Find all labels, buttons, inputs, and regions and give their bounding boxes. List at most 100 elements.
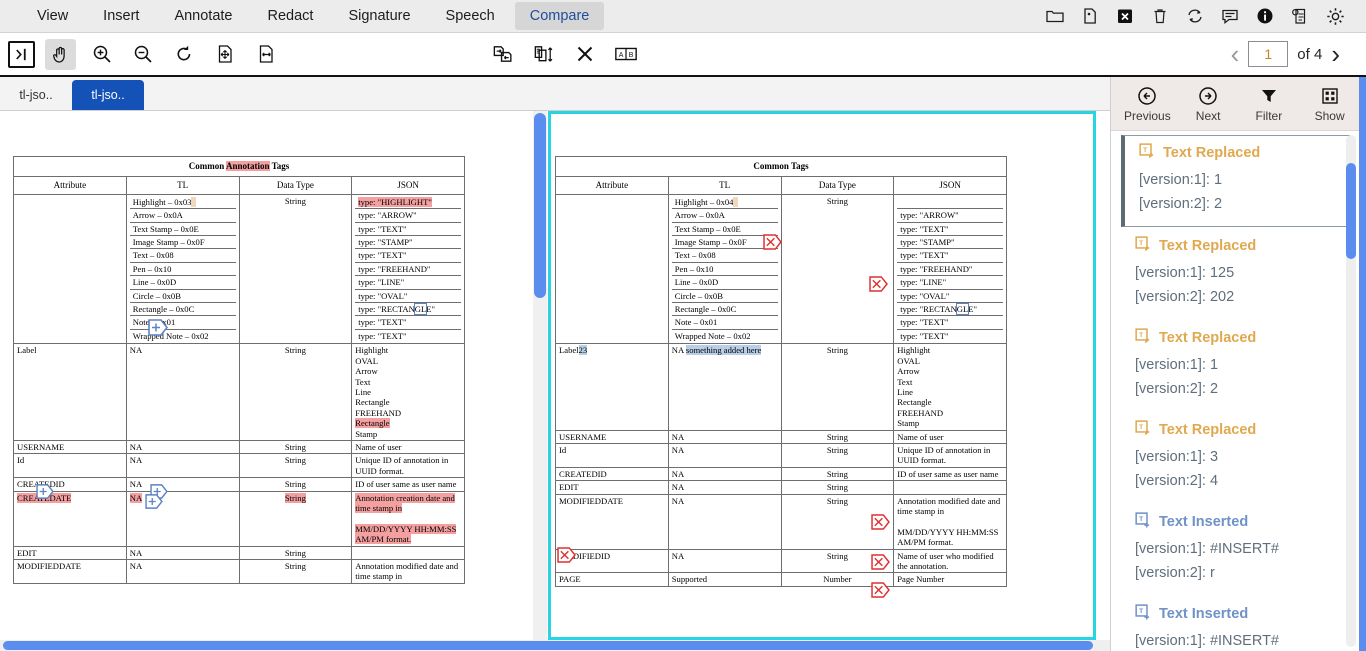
menu-item-insert[interactable]: Insert (88, 2, 154, 30)
filter-button[interactable]: Filter (1241, 85, 1297, 123)
data-type-cell: String (238, 193, 353, 345)
delete-trash-icon[interactable] (1149, 5, 1171, 27)
delete-marker-icon[interactable] (763, 234, 782, 250)
right-document-pane[interactable]: Common Tags Attribute TL Data Type JSON High… (548, 111, 1100, 640)
zoom-out-icon[interactable] (127, 39, 158, 70)
menu-item-speech[interactable]: Speech (431, 2, 510, 30)
table-row: Highlight – 0x03 (129, 195, 236, 210)
delete-marker-icon[interactable] (871, 514, 890, 530)
comment-icon[interactable] (1219, 5, 1241, 27)
insert-marker-icon[interactable] (145, 494, 163, 509)
attribute-cell: CREATEDID (13, 477, 127, 492)
json-cell: type: "TEXT" (897, 222, 1003, 237)
text-replaced-icon: T (1135, 236, 1152, 256)
attribute-cell: Id (555, 442, 669, 468)
insert-marker-icon[interactable] (36, 484, 54, 499)
table-row: MODIFIEDDATE NA String Annotation modified … (555, 493, 1007, 550)
table-row: Arrow – 0x0A (671, 208, 778, 223)
zoom-in-icon[interactable] (86, 39, 117, 70)
json-cell (351, 545, 465, 561)
toggle-sidebar-icon[interactable] (8, 40, 35, 68)
json-cell: Unique ID of annotation in UUID format. (893, 442, 1007, 468)
refresh-sync-icon[interactable] (1184, 5, 1206, 27)
document-tab-2[interactable]: tl-jso.. (72, 80, 144, 110)
document-vertical-scrollbar[interactable] (533, 111, 547, 640)
json-cell: Name of user (351, 439, 465, 455)
compare-results-sidebar: Previous Next Filter Show T Text Replaced… (1110, 77, 1366, 651)
change-item[interactable]: T Text Replaced [version:1]: 125 [version:2… (1121, 229, 1351, 319)
table-row: Id NA String Unique ID of annotation in UUI… (13, 453, 465, 479)
tl-cell: NA (125, 343, 240, 441)
sidebar-scrollbar[interactable] (1346, 135, 1356, 647)
page-number-input[interactable] (1248, 41, 1289, 67)
menu-item-view[interactable]: View (22, 2, 83, 30)
tl-group-cell: Highlight – 0x04 Arrow – 0x0A Text Stamp … (667, 193, 782, 345)
change-type-title: T Text Replaced (1139, 143, 1341, 163)
table-row: Wrapped Note – 0x02 (672, 329, 778, 342)
change-item[interactable]: T Text Replaced [version:1]: 1 [version:2]:… (1121, 321, 1351, 411)
change-item[interactable]: TText Inserted[version:1]: #INSERT#[vers… (1121, 505, 1351, 595)
document-horizontal-scrollbar[interactable] (0, 640, 1110, 651)
json-cell: Annotation modified date and time stamp … (893, 493, 1007, 550)
tl-cell: Arrow – 0x0A (671, 208, 778, 223)
menu-item-annotate[interactable]: Annotate (159, 2, 247, 30)
swap-documents-icon[interactable] (487, 39, 518, 70)
change-kind-label: Text Inserted (1159, 606, 1249, 622)
previous-page-button[interactable]: ‹ (1231, 41, 1240, 67)
left-document-pane[interactable]: Common Annotation Tags Attribute TL Data Ty… (0, 111, 520, 640)
previous-change-button[interactable]: Previous (1119, 85, 1175, 123)
next-change-button[interactable]: Next (1180, 85, 1236, 123)
table-row: type: "TEXT" (897, 222, 1003, 237)
tl-cell: Line – 0x0D (129, 275, 236, 290)
document-title: Common Annotation Tags (13, 155, 465, 178)
pan-hand-icon[interactable] (45, 38, 76, 70)
next-page-button[interactable]: › (1331, 41, 1340, 67)
change-item[interactable]: T Text Replaced [version:1]: 3 [version:2]:… (1121, 413, 1351, 503)
change-version1-text: [version:1]: 1 (1139, 172, 1223, 188)
scrollbar-thumb[interactable] (534, 113, 546, 298)
menu-item-signature[interactable]: Signature (333, 2, 425, 30)
fit-width-icon[interactable] (250, 39, 281, 70)
settings-gear-icon[interactable] (1324, 5, 1346, 27)
json-cell: Name of user (893, 429, 1007, 444)
json-cell: type: "ARROW" (355, 208, 461, 223)
table-row: Pen – 0x10 (671, 262, 778, 277)
json-cell: type: "STAMP" (897, 235, 1003, 250)
menu-bar-right-icons (1044, 0, 1366, 33)
info-icon[interactable] (1254, 5, 1276, 27)
data-type-cell: String (238, 439, 353, 455)
change-item[interactable]: T Text Replaced [version:1]: 1 [version:2]:… (1121, 135, 1351, 227)
close-compare-icon[interactable] (569, 39, 600, 70)
scrollbar-thumb-horizontal[interactable] (3, 641, 1093, 650)
delete-marker-icon[interactable] (871, 582, 890, 598)
properties-icon[interactable] (1289, 5, 1311, 27)
show-button[interactable]: Show (1302, 85, 1358, 123)
delete-marker-icon[interactable] (869, 276, 888, 292)
tl-cell: Text Stamp – 0x0E (129, 222, 236, 237)
menu-item-redact[interactable]: Redact (253, 2, 329, 30)
sync-scroll-icon[interactable] (528, 39, 559, 70)
json-cell: type: "HIGHLIGHT" (355, 195, 461, 210)
new-document-icon[interactable] (1079, 5, 1101, 27)
delete-marker-icon[interactable] (557, 547, 576, 563)
right-document-page[interactable]: Common Tags Attribute TL Data Type JSON High… (548, 111, 1096, 640)
next-change-label: Next (1195, 108, 1221, 123)
json-cell: Annotation creation date and time stamp … (351, 490, 465, 547)
sidebar-scrollbar-thumb[interactable] (1346, 163, 1356, 259)
delete-marker-icon[interactable] (871, 554, 890, 570)
side-by-side-view-icon[interactable]: AB (610, 39, 641, 70)
left-document-page[interactable]: Common Annotation Tags Attribute TL Data Ty… (8, 111, 513, 640)
fit-page-icon[interactable] (209, 39, 240, 70)
table-row: Line – 0x0D (129, 275, 236, 290)
close-document-icon[interactable] (1114, 5, 1136, 27)
tl-cell: NA (125, 490, 240, 547)
insert-marker-icon[interactable] (148, 319, 168, 336)
table-row: type: "LINE" (355, 275, 461, 290)
open-folder-icon[interactable] (1044, 5, 1066, 27)
menu-item-compare[interactable]: Compare (514, 2, 605, 30)
change-item[interactable]: TText Inserted[version:1]: #INSERT#[vers… (1121, 597, 1351, 651)
table-row: Wrapped Note – 0x02 (130, 329, 236, 342)
previous-change-label: Previous (1124, 108, 1171, 123)
rotate-clockwise-icon[interactable] (168, 39, 199, 70)
document-tab-1[interactable]: tl-jso.. (0, 80, 72, 110)
